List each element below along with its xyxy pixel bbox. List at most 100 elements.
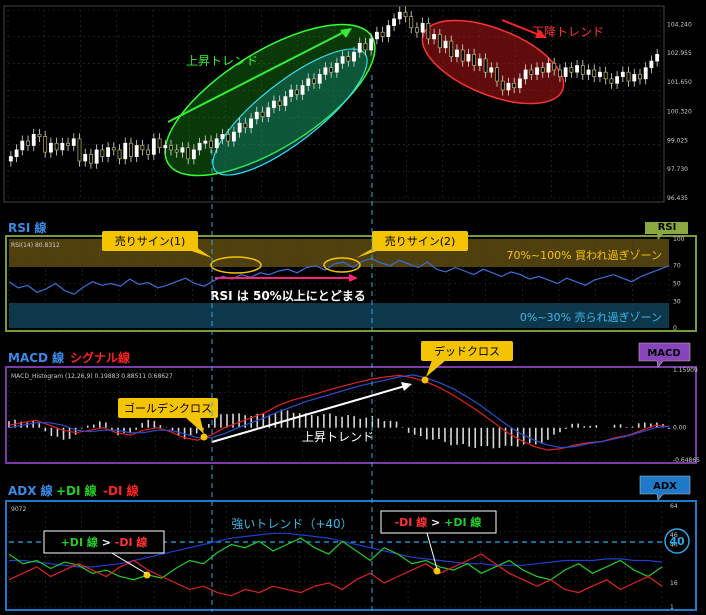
candle-body <box>71 138 76 146</box>
candle-body <box>443 40 448 49</box>
candle-body <box>231 131 236 142</box>
candle-body <box>455 49 459 57</box>
macd-badge: MACD <box>647 348 680 359</box>
candle-body <box>512 82 517 89</box>
candle-body <box>620 71 625 77</box>
candle-body <box>37 134 42 137</box>
candle-body <box>334 62 339 73</box>
candle-body <box>89 154 93 164</box>
candle-body <box>169 145 173 151</box>
candle-body <box>529 69 534 75</box>
y-tick-label: 0.00 <box>673 425 687 432</box>
candle-body <box>655 54 660 62</box>
candle-body <box>386 25 391 38</box>
candle-body <box>289 89 294 97</box>
candle-body <box>603 71 608 80</box>
y-tick-label: 1 <box>670 604 674 611</box>
candle-body <box>374 31 379 40</box>
candle-body <box>403 11 408 18</box>
adx-cross-right-gt: > <box>427 516 444 529</box>
candle-body <box>363 42 368 51</box>
adx-panel: ADX 線 +DI 線 -DI 線 9072 644640161 強いトレンド（… <box>5 475 697 611</box>
candle-body <box>26 140 30 146</box>
macd-section-label: MACD 線 <box>8 350 64 365</box>
rsi-title: RSI(14) 80.8312 <box>11 242 60 249</box>
sell-signal-1-label: 売りサイン(1) <box>115 235 186 248</box>
candle-body <box>83 154 88 162</box>
candle-body <box>266 107 271 117</box>
candle-body <box>352 51 356 62</box>
candle-body <box>317 74 322 84</box>
candle-body <box>249 118 253 129</box>
candle-body <box>409 16 414 29</box>
candle-body <box>272 100 276 109</box>
candle-body <box>123 142 128 160</box>
candle-body <box>586 69 591 75</box>
candle-body <box>580 65 585 75</box>
adx-badge: ADX <box>653 481 677 492</box>
y-tick-label: 16 <box>670 580 678 587</box>
forex-indicator-chart: 104.240 102.955 101.650 100.320 99.025 97.730… <box>0 0 706 615</box>
candle-body <box>243 122 248 129</box>
rsi-badge: RSI <box>658 222 677 233</box>
candle-body <box>220 134 225 140</box>
candle-body <box>48 142 53 153</box>
y-tick-label: 100.320 <box>667 109 692 116</box>
candle-body <box>598 71 602 77</box>
sell-signal-2-label: 売りサイン(2) <box>385 235 456 248</box>
downtrend-label: 下降トレンド <box>532 25 604 39</box>
candle-body <box>151 138 156 155</box>
candle-body <box>129 142 133 157</box>
candle-body <box>329 67 334 73</box>
candle-body <box>60 142 65 151</box>
strong-trend-label: 強いトレンド（+40） <box>231 517 352 531</box>
candle-body <box>472 54 477 66</box>
candle-body <box>569 67 574 73</box>
candle-body <box>77 138 82 162</box>
candle-body <box>111 147 116 151</box>
minus-di-section-label: -DI 線 <box>103 483 139 498</box>
adx-cross-right-plus: +DI 線 <box>444 515 481 529</box>
candle-body <box>415 27 419 33</box>
candle-body <box>260 111 265 117</box>
candle-body <box>552 62 557 71</box>
candle-body <box>146 149 151 155</box>
candle-body <box>214 138 219 149</box>
candle-body <box>174 149 179 153</box>
y-tick-label: 100 <box>673 236 685 243</box>
macd-uptrend-label: 上昇トレンド <box>302 430 374 444</box>
candle-body <box>460 49 465 62</box>
price-y-ticks: 104.240 102.955 101.650 100.320 99.025 97.730… <box>667 22 692 202</box>
candle-body <box>294 89 299 95</box>
candle-body <box>312 78 316 84</box>
candle-body <box>43 136 48 153</box>
oversold-label: 0%~30% 売られ過ぎゾーン <box>520 310 662 324</box>
candle-body <box>357 42 362 53</box>
rsi-panel: RSI 線 RSI(14) 80.8312 100 70 50 30 0 売りサイン(1… <box>5 220 697 332</box>
candle-body <box>163 145 168 149</box>
dead-cross-dot <box>421 376 429 384</box>
candle-body <box>54 142 59 151</box>
candle-body <box>31 134 36 146</box>
price-panel: 104.240 102.955 101.650 100.320 99.025 97.730… <box>3 5 692 203</box>
rsi-hold-note: RSI は 50%以上にとどまる <box>210 288 365 303</box>
candle-body <box>340 56 345 64</box>
dead-cross-pointer <box>426 360 446 377</box>
candle-body <box>500 80 505 91</box>
macd-uptrend-arrow-head <box>401 382 412 391</box>
candle-body <box>483 58 488 73</box>
candle-body <box>466 54 471 62</box>
rsi-section-label: RSI 線 <box>8 220 47 235</box>
candle-body <box>306 78 311 86</box>
candle-body <box>437 34 442 49</box>
dead-cross-label: デッドクロス <box>434 344 500 358</box>
adx-cross-right-label: -DI 線 > +DI 線 <box>395 515 482 529</box>
golden-cross-label: ゴールデンクロス <box>124 401 212 415</box>
candle-body <box>517 78 522 89</box>
candle-body <box>609 78 614 84</box>
candle-body <box>432 34 437 40</box>
candle-body <box>495 67 499 82</box>
chart-canvas: 104.240 102.955 101.650 100.320 99.025 97.730… <box>3 5 700 612</box>
candle-body <box>575 65 579 73</box>
candle-body <box>638 74 642 80</box>
